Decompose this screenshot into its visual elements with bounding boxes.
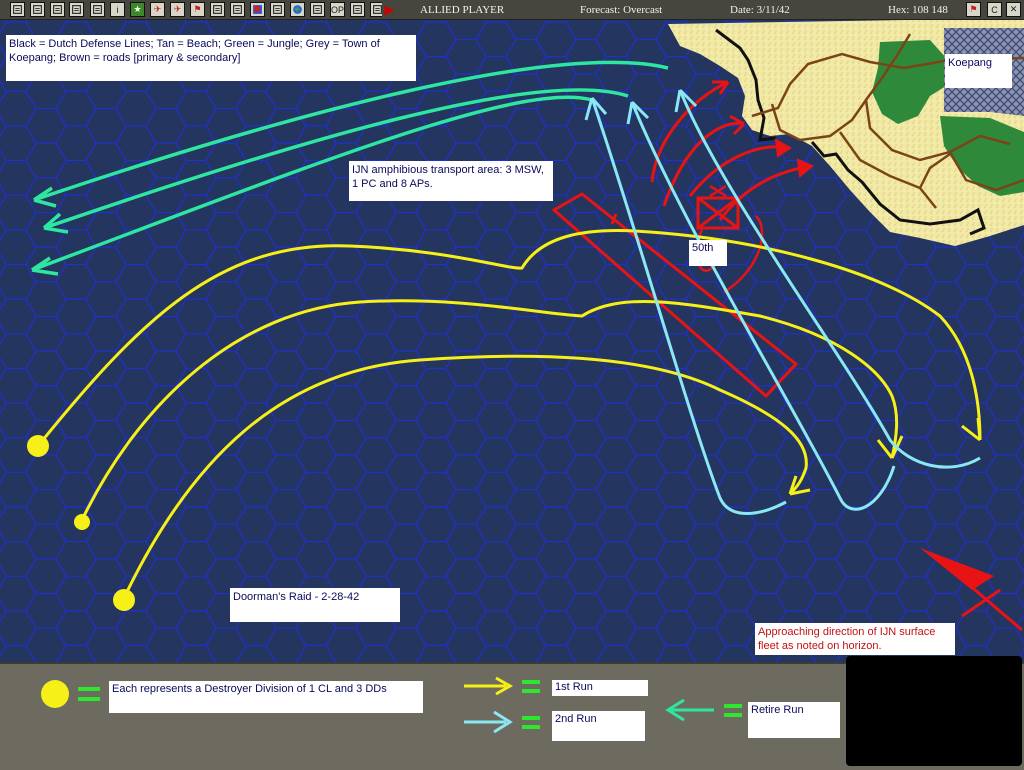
red-blue-icon[interactable] xyxy=(250,2,265,17)
transport-area-note: IJN amphibious transport area: 3 MSW, 1 … xyxy=(349,161,553,201)
hex-map[interactable]: Black = Dutch Defense Lines; Tan = Beach… xyxy=(0,20,1024,662)
filter-icon[interactable] xyxy=(350,2,365,17)
map-legend-note: Black = Dutch Defense Lines; Tan = Beach… xyxy=(6,35,416,81)
flag-icon[interactable]: ⚑ xyxy=(190,2,205,17)
ground-unit-icon[interactable] xyxy=(210,2,225,17)
c-icon[interactable]: C xyxy=(987,2,1002,17)
op-icon[interactable]: OP xyxy=(330,2,345,17)
window-icon[interactable] xyxy=(10,2,25,17)
destroyer-division-marker-1[interactable] xyxy=(27,435,49,457)
map-flag-icon[interactable]: ⚑ xyxy=(966,2,981,17)
ijn-approach-note: Approaching direction of IJN surface fle… xyxy=(755,623,955,655)
close-icon[interactable]: ✕ xyxy=(1006,2,1021,17)
settings-icon[interactable] xyxy=(310,2,325,17)
raid-label: Doorman's Raid - 2-28-42 xyxy=(230,588,400,622)
plane-icon[interactable]: ✈ xyxy=(150,2,165,17)
globe-icon[interactable] xyxy=(290,2,305,17)
hex-label: Hex: 108 148 xyxy=(888,4,948,16)
unit-label: 50th xyxy=(689,240,727,266)
date-label: Date: 3/11/42 xyxy=(730,4,790,16)
legend-destroyer-division: Each represents a Destroyer Division of … xyxy=(109,681,423,713)
player-label: ALLIED PLAYER xyxy=(420,4,505,16)
info-icon[interactable]: i xyxy=(110,2,125,17)
forecast-label: Forecast: Overcast xyxy=(580,4,663,16)
map-canvas[interactable] xyxy=(0,20,1024,662)
document-icon[interactable] xyxy=(30,2,45,17)
legend-equals-4-icon xyxy=(724,704,742,708)
top-toolbar: i ★ ✈ ✈ ⚑ OP ▶ ALLIED PLAYER Forecast: Overcas… xyxy=(0,0,1024,20)
copy-icon[interactable] xyxy=(69,2,84,17)
destroyer-division-marker-3[interactable] xyxy=(113,589,135,611)
legend-first-run: 1st Run xyxy=(552,680,648,696)
legend-second-run: 2nd Run xyxy=(552,711,645,741)
plane-red-icon[interactable]: ✈ xyxy=(170,2,185,17)
end-turn-icon[interactable]: ▶ xyxy=(382,2,397,17)
route-icon[interactable] xyxy=(230,2,245,17)
info-panel xyxy=(846,656,1022,766)
report-icon[interactable] xyxy=(50,2,65,17)
base-icon[interactable] xyxy=(270,2,285,17)
list-icon[interactable] xyxy=(90,2,105,17)
legend-symbols xyxy=(41,676,742,734)
destroyer-division-marker-2[interactable] xyxy=(74,514,90,530)
legend-equals-1-icon xyxy=(78,687,100,691)
star-icon[interactable]: ★ xyxy=(130,2,145,17)
legend-equals-3-icon xyxy=(522,716,540,720)
legend-equals-2-icon xyxy=(522,680,540,684)
legend-retire-run: Retire Run xyxy=(748,702,840,738)
koepang-label: Koepang xyxy=(945,54,1012,88)
legend-yellow-dot-icon xyxy=(41,680,69,708)
